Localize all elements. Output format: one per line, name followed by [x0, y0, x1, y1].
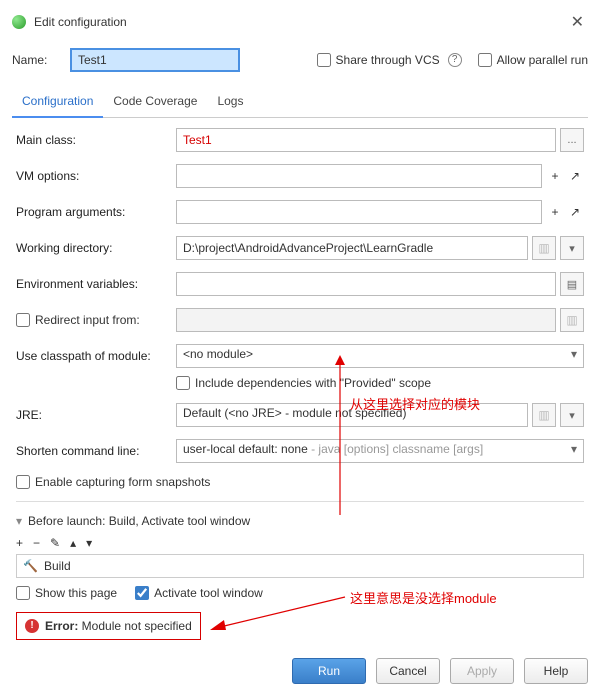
tab-logs[interactable]: Logs	[207, 88, 253, 117]
before-launch-title: Before launch: Build, Activate tool wind…	[28, 514, 250, 528]
activate-window-checkbox[interactable]: Activate tool window	[135, 586, 263, 600]
main-class-label: Main class:	[16, 133, 176, 147]
button-bar: Run Cancel Apply Help	[292, 658, 588, 684]
capture-box[interactable]	[16, 475, 30, 489]
shorten-value: user-local default: none	[183, 442, 308, 456]
share-vcs-box[interactable]	[317, 53, 331, 67]
redirect-checkbox[interactable]: Redirect input from:	[16, 313, 176, 327]
app-icon	[12, 15, 26, 29]
capture-checkbox[interactable]: Enable capturing form snapshots	[16, 475, 210, 489]
title-bar: Edit configuration ✕	[12, 8, 588, 42]
show-page-box[interactable]	[16, 586, 30, 600]
activate-window-box[interactable]	[135, 586, 149, 600]
env-vars-label: Environment variables:	[16, 277, 176, 291]
working-dir-input[interactable]	[176, 236, 528, 260]
before-launch-header[interactable]: ▾ Before launch: Build, Activate tool wi…	[16, 510, 584, 532]
activate-window-label: Activate tool window	[154, 586, 263, 600]
main-class-input[interactable]	[176, 128, 556, 152]
down-icon[interactable]: ▾	[86, 536, 92, 550]
chevron-down-icon: ▾	[571, 442, 577, 456]
remove-icon[interactable]: −	[33, 536, 40, 550]
share-vcs-checkbox[interactable]: Share through VCS	[317, 53, 440, 67]
help-button[interactable]: Help	[524, 658, 588, 684]
show-page-checkbox[interactable]: Show this page	[16, 586, 117, 600]
redirect-label: Redirect input from:	[35, 313, 140, 327]
vm-options-input[interactable]	[176, 164, 542, 188]
redirect-input	[176, 308, 556, 332]
redirect-browse-icon[interactable]: ▥	[560, 308, 584, 332]
info-icon[interactable]: ?	[448, 53, 462, 67]
add-icon[interactable]: +	[16, 536, 23, 550]
browse-main-class-button[interactable]: ...	[560, 128, 584, 152]
expand-icon[interactable]: ↗	[566, 169, 584, 183]
name-label: Name:	[12, 53, 62, 67]
close-icon[interactable]: ✕	[567, 12, 588, 32]
working-dir-label: Working directory:	[16, 241, 176, 255]
expand-icon[interactable]: ↗	[566, 205, 584, 219]
name-input[interactable]	[70, 48, 240, 72]
allow-parallel-box[interactable]	[478, 53, 492, 67]
chevron-down-icon: ▾	[571, 347, 577, 361]
error-prefix: Error:	[45, 619, 78, 633]
env-vars-input[interactable]	[176, 272, 556, 296]
window-title: Edit configuration	[34, 15, 567, 29]
build-label: Build	[44, 559, 71, 573]
before-launch-toolbar: + − ✎ ▴ ▾	[16, 532, 584, 554]
insert-icon[interactable]: +	[546, 205, 564, 219]
run-button[interactable]: Run	[292, 658, 366, 684]
redirect-box[interactable]	[16, 313, 30, 327]
jre-label: JRE:	[16, 408, 176, 422]
tab-configuration[interactable]: Configuration	[12, 88, 103, 118]
error-icon: !	[25, 619, 39, 633]
classpath-value: <no module>	[183, 347, 253, 361]
env-browse-icon[interactable]: ▤	[560, 272, 584, 296]
build-list-item[interactable]: 🔨 Build	[16, 554, 584, 578]
up-icon[interactable]: ▴	[70, 536, 76, 550]
error-box: ! Error: Module not specified	[16, 612, 201, 640]
jre-default: Default	[183, 406, 221, 420]
jre-hint: (<no JRE> - module not specified)	[224, 406, 406, 420]
capture-label: Enable capturing form snapshots	[35, 475, 210, 489]
classpath-label: Use classpath of module:	[16, 349, 176, 363]
share-vcs-label: Share through VCS	[336, 53, 440, 67]
folder-icon[interactable]: ▥	[532, 236, 556, 260]
jre-folder-icon[interactable]: ▥	[532, 403, 556, 427]
include-deps-checkbox[interactable]: Include dependencies with "Provided" sco…	[176, 376, 431, 390]
dropdown-icon[interactable]: ▾	[560, 236, 584, 260]
allow-parallel-checkbox[interactable]: Allow parallel run	[478, 53, 588, 67]
classpath-select[interactable]: <no module> ▾	[176, 344, 584, 368]
insert-icon[interactable]: +	[546, 169, 564, 183]
divider	[16, 501, 584, 502]
shorten-hint: - java [options] classname [args]	[308, 442, 483, 456]
include-deps-label: Include dependencies with "Provided" sco…	[195, 376, 431, 390]
tab-code-coverage[interactable]: Code Coverage	[103, 88, 207, 117]
apply-button: Apply	[450, 658, 514, 684]
tabs: Configuration Code Coverage Logs	[12, 88, 588, 118]
vm-options-label: VM options:	[16, 169, 176, 183]
shorten-label: Shorten command line:	[16, 444, 176, 458]
edit-icon[interactable]: ✎	[50, 536, 60, 550]
cancel-button[interactable]: Cancel	[376, 658, 440, 684]
include-deps-box[interactable]	[176, 376, 190, 390]
program-args-label: Program arguments:	[16, 205, 176, 219]
hammer-icon: 🔨	[23, 559, 38, 573]
error-message: Module not specified	[78, 619, 191, 633]
allow-parallel-label: Allow parallel run	[497, 53, 588, 67]
collapse-icon: ▾	[16, 514, 22, 528]
jre-dropdown-icon[interactable]: ▾	[560, 403, 584, 427]
shorten-select[interactable]: user-local default: none - java [options…	[176, 439, 584, 463]
program-args-input[interactable]	[176, 200, 542, 224]
jre-select[interactable]: Default (<no JRE> - module not specified…	[176, 403, 528, 427]
show-page-label: Show this page	[35, 586, 117, 600]
